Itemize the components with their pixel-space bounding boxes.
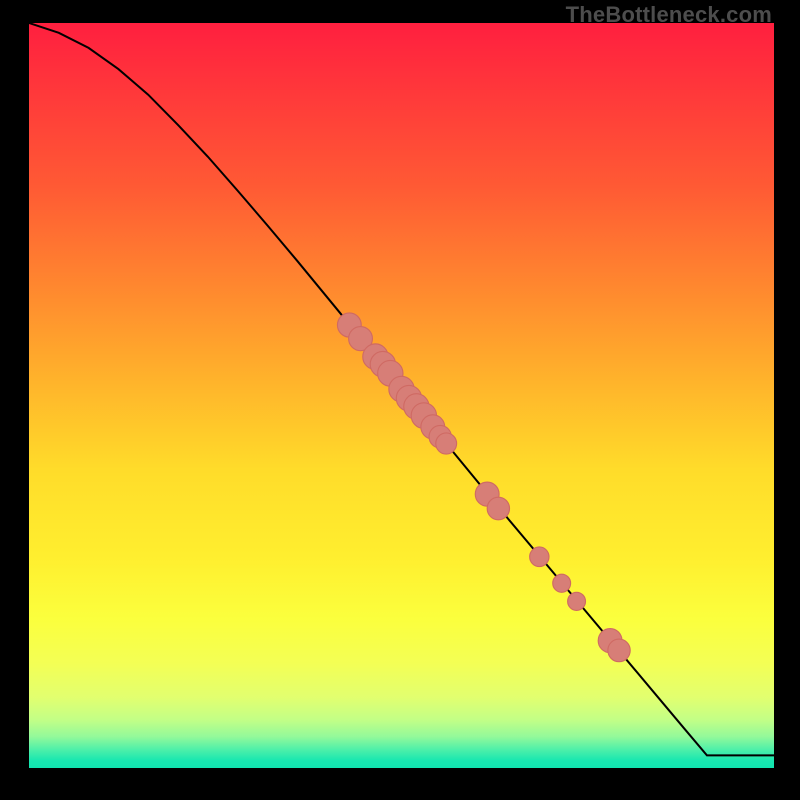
- marker-point: [530, 547, 549, 567]
- marker-point: [568, 592, 586, 610]
- marker-point: [487, 497, 509, 520]
- plot-area: [29, 23, 774, 778]
- marker-point: [436, 433, 457, 454]
- marker-point: [553, 574, 571, 592]
- chart-stage: TheBottleneck.com: [0, 0, 800, 800]
- marker-group: [337, 313, 630, 662]
- series-layer: [29, 23, 774, 778]
- marker-point: [608, 639, 630, 662]
